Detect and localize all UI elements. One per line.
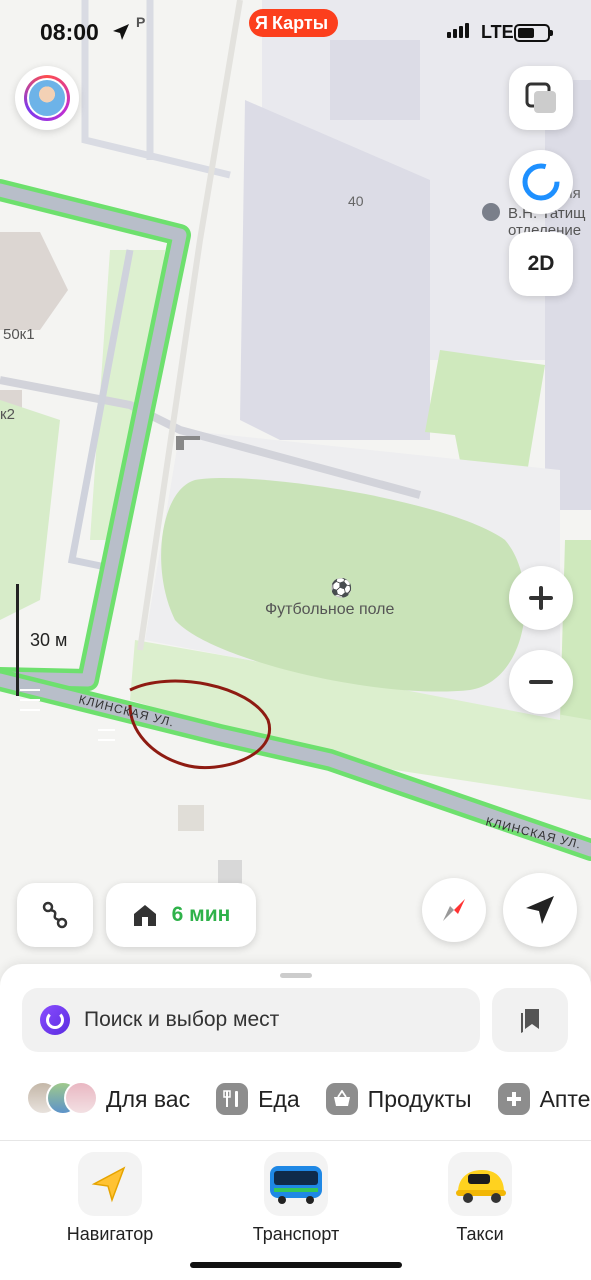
brand-logo: Я xyxy=(255,12,268,33)
fork-knife-icon xyxy=(216,1083,249,1115)
building-50k1-label: 50к1 xyxy=(3,326,35,343)
locate-icon xyxy=(526,896,554,924)
view-2d-button[interactable]: 2D xyxy=(509,232,573,296)
sport-icon: ⚽ xyxy=(329,577,352,599)
alice-button[interactable] xyxy=(509,150,573,214)
tab-label: Навигатор xyxy=(66,1224,154,1244)
route-icon xyxy=(42,901,68,929)
for-you-thumbnails xyxy=(26,1081,98,1117)
layers-button[interactable] xyxy=(509,66,573,130)
brand-name: Карты xyxy=(271,12,329,33)
network-type: LTE xyxy=(481,22,514,42)
home-icon xyxy=(133,905,156,926)
app-indicator: P xyxy=(136,14,146,30)
search-input[interactable]: Поиск и выбор мест xyxy=(22,988,480,1052)
sheet-handle[interactable] xyxy=(280,973,312,978)
category-pharmacy[interactable]: Аптеки xyxy=(497,1083,591,1115)
field-label: Футбольное поле xyxy=(265,601,395,618)
bookmarks-icon xyxy=(521,1009,539,1033)
route-button[interactable] xyxy=(17,883,93,947)
route-eta: 6 мин xyxy=(171,903,231,926)
minus-icon xyxy=(529,680,553,684)
tab-navigator[interactable]: Навигатор xyxy=(30,1152,190,1245)
brand-pill[interactable]: Я Карты xyxy=(249,9,339,37)
alice-search-icon[interactable] xyxy=(40,1005,70,1035)
battery-icon xyxy=(514,24,553,42)
search-placeholder: Поиск и выбор мест xyxy=(84,1008,280,1031)
pharmacy-icon xyxy=(497,1083,530,1115)
navigator-icon xyxy=(78,1152,142,1216)
home-indicator[interactable] xyxy=(190,1262,402,1268)
category-chips: Для вас Еда Продукты Аптеки xyxy=(26,1079,591,1119)
category-label: Еда xyxy=(258,1085,300,1112)
zoom-in-button[interactable] xyxy=(509,566,573,630)
plus-icon xyxy=(529,586,553,610)
basket-icon xyxy=(325,1083,358,1115)
avatar-ring xyxy=(24,75,70,121)
signal-icon xyxy=(447,23,469,38)
scale-bar xyxy=(16,584,19,696)
scale-label: 30 м xyxy=(30,630,68,650)
services-tabs: Навигатор Транспорт Такси xyxy=(0,1152,591,1252)
category-label: Для вас xyxy=(106,1085,191,1112)
avatar xyxy=(27,78,67,118)
building-k2-label: к2 xyxy=(0,406,15,423)
tab-transport[interactable]: Транспорт xyxy=(216,1152,376,1245)
bottom-sheet[interactable]: Поиск и выбор мест Для вас Еда Продукты … xyxy=(0,964,591,1280)
layers-icon xyxy=(525,82,556,113)
category-food[interactable]: Еда xyxy=(216,1083,300,1115)
bus-icon xyxy=(264,1152,328,1216)
status-time: 08:00 xyxy=(40,19,99,45)
zoom-out-button[interactable] xyxy=(509,650,573,714)
profile-avatar-button[interactable] xyxy=(15,66,79,130)
bookmarks-button[interactable] xyxy=(492,988,568,1052)
taxi-icon xyxy=(448,1152,512,1216)
building-40-label: 40 xyxy=(348,193,364,209)
category-for-you[interactable]: Для вас xyxy=(26,1081,190,1117)
tab-taxi[interactable]: Такси xyxy=(400,1152,560,1245)
category-label: Продукты xyxy=(367,1085,472,1112)
map-canvas[interactable]: 40 50к1 к2 Гимназия В.Н. Татищ отделение… xyxy=(0,0,591,1000)
category-groceries[interactable]: Продукты xyxy=(325,1083,472,1115)
compass-icon xyxy=(443,899,465,921)
category-label: Аптеки xyxy=(539,1085,591,1112)
home-route-button[interactable]: 6 мин xyxy=(106,883,256,947)
location-arrow-icon xyxy=(113,24,129,40)
status-bar: 08:00 P Я Карты LTE xyxy=(0,0,591,62)
tab-label: Транспорт xyxy=(252,1224,340,1244)
my-location-button[interactable] xyxy=(503,873,577,947)
divider xyxy=(0,1140,591,1141)
compass-button[interactable] xyxy=(422,878,486,942)
school-icon xyxy=(482,203,500,221)
alice-icon xyxy=(522,163,560,201)
tab-label: Такси xyxy=(456,1224,504,1244)
